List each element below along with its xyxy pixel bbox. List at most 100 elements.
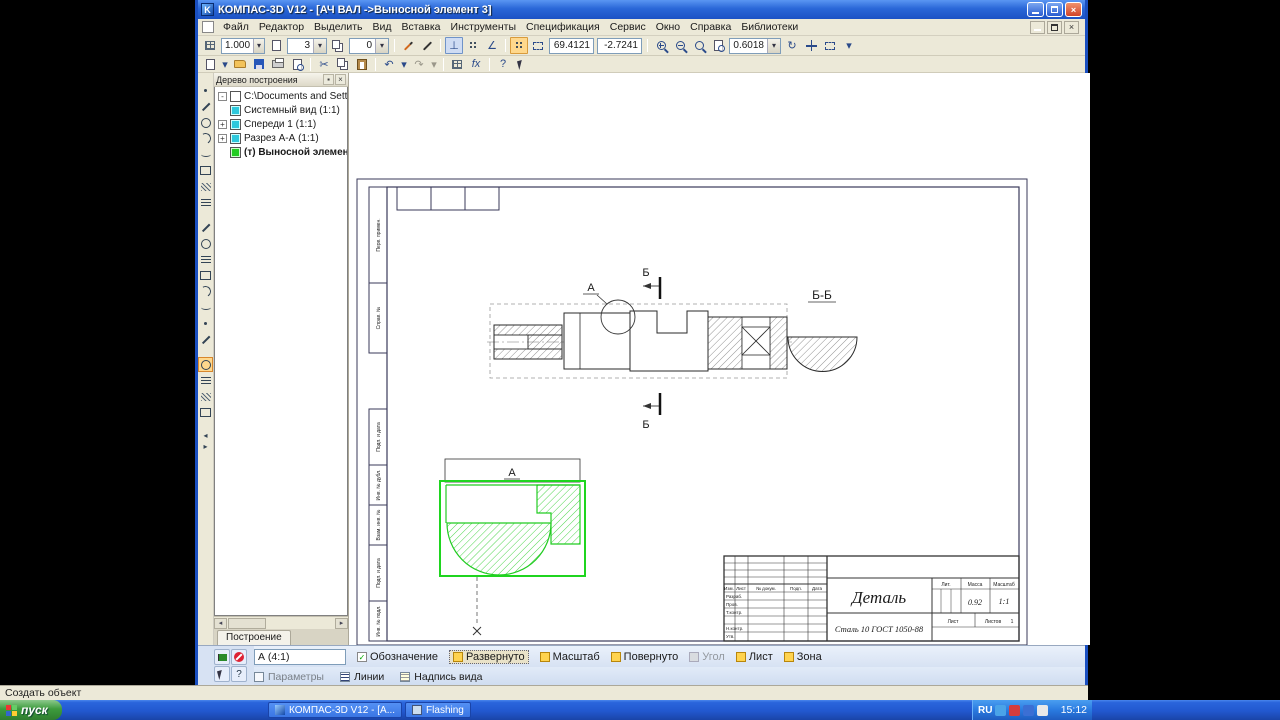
toggle-designation[interactable]: ✓ Обозначение [357, 651, 438, 663]
mdi-close-button[interactable]: × [1064, 21, 1079, 34]
left-tool-icon-7[interactable] [198, 179, 213, 194]
current-view-combo[interactable]: 3 ▾ [287, 38, 327, 54]
expand-toggle[interactable]: + [218, 134, 227, 143]
left-tool-icon-10[interactable] [198, 236, 213, 251]
pan-button[interactable] [802, 37, 820, 54]
taskbar-item-flashing[interactable]: Flashing [405, 702, 471, 718]
tree-item-front-view[interactable]: + Спереди 1 (1:1) [215, 117, 347, 131]
view-list-button[interactable] [267, 37, 285, 54]
menu-item-libraries[interactable]: Библиотеки [736, 20, 803, 34]
menu-item-insert[interactable]: Вставка [396, 20, 445, 34]
left-tool-icon-1[interactable] [198, 83, 213, 98]
create-object-button[interactable] [214, 649, 230, 665]
left-tool-icon-15[interactable] [198, 316, 213, 331]
drawing-canvas[interactable]: Перв. примен. Справ. № Подп. и дата Инв.… [349, 73, 1090, 645]
left-tool-icon-20[interactable] [198, 405, 213, 420]
tray-icon-3[interactable] [1023, 705, 1034, 716]
preview-button[interactable] [288, 56, 306, 73]
round-coords-button[interactable] [529, 37, 547, 54]
menu-item-service[interactable]: Сервис [605, 20, 651, 34]
left-tool-icon-16[interactable] [198, 332, 213, 347]
menu-item-help[interactable]: Справка [685, 20, 736, 34]
new-document-button[interactable] [201, 56, 219, 73]
view-options-dropdown[interactable]: ▾ [840, 37, 858, 54]
angle-snap-button[interactable]: ∠ [483, 37, 501, 54]
taskbar-item-kompas[interactable]: КОМПАС-3D V12 - [А... [268, 702, 402, 718]
left-tool-icon-5[interactable] [198, 147, 213, 162]
close-button[interactable]: × [1065, 2, 1082, 17]
drawing-svg[interactable]: Перв. примен. Справ. № Подп. и дата Инв.… [349, 73, 1090, 645]
toggle-unfolded[interactable]: Развернуто [449, 650, 529, 664]
view-designation-input[interactable]: А (4:1) [254, 649, 346, 665]
snap-toggle[interactable] [510, 37, 528, 54]
tree-close-button[interactable]: × [335, 74, 346, 85]
expand-toggle[interactable]: + [218, 120, 227, 129]
coord-x-field[interactable]: 69.4121 [549, 38, 594, 54]
mdi-restore-button[interactable] [1047, 21, 1062, 34]
help-button[interactable]: ? [494, 56, 512, 73]
left-tool-icon-8[interactable] [198, 195, 213, 210]
mdi-document-icon[interactable] [202, 21, 214, 33]
local-csys-button[interactable] [418, 37, 436, 54]
layer-list-button[interactable] [329, 37, 347, 54]
expand-toggle[interactable]: - [218, 92, 227, 101]
tray-icon-1[interactable] [995, 705, 1006, 716]
tab-construction[interactable]: Построение [217, 630, 291, 645]
snap-setup-button[interactable] [464, 37, 482, 54]
tree-item-detail-element-3[interactable]: (т) Выносной элемент 3 [215, 145, 347, 159]
zoom-combo[interactable]: 0.6018 ▾ [729, 38, 781, 54]
tab-lines[interactable]: Линии [340, 671, 384, 683]
left-tool-icon-4[interactable] [198, 131, 213, 146]
property-help-button[interactable]: ? [231, 666, 247, 682]
show-all-button[interactable] [821, 37, 839, 54]
left-tool-icon-3[interactable] [198, 115, 213, 130]
menu-item-window[interactable]: Окно [651, 20, 685, 34]
menu-item-file[interactable]: Файл [218, 20, 254, 34]
undo-button[interactable]: ↶ [380, 56, 398, 73]
cut-button[interactable]: ✂ [315, 56, 333, 73]
tree-item-root[interactable]: - C:\Documents and Settings\студе [215, 89, 347, 103]
redo-button[interactable]: ↷ [410, 56, 428, 73]
zoom-in-button[interactable] [652, 37, 670, 54]
geometry-calculator-button[interactable] [399, 37, 417, 54]
paste-button[interactable] [353, 56, 371, 73]
panel-scroll-down[interactable]: ▸ [203, 441, 207, 451]
refresh-view-button[interactable]: ↻ [783, 37, 801, 54]
tray-icon-4[interactable] [1037, 705, 1048, 716]
menu-item-specification[interactable]: Спецификация [521, 20, 605, 34]
tab-parameters[interactable]: Параметры [254, 671, 324, 683]
zoom-rect-button[interactable] [690, 37, 708, 54]
redo-dropdown[interactable]: ▾ [429, 56, 439, 73]
left-tool-icon-11[interactable] [198, 252, 213, 267]
menu-item-tools[interactable]: Инструменты [446, 20, 521, 34]
scroll-right-button[interactable]: ▸ [335, 618, 348, 629]
mdi-minimize-button[interactable] [1030, 21, 1045, 34]
toggle-angle[interactable]: Угол [689, 651, 725, 663]
tree-item-section-aa[interactable]: + Разрез А-А (1:1) [215, 131, 347, 145]
print-button[interactable] [269, 56, 287, 73]
cursor-step-combo[interactable]: 1.000 ▾ [221, 38, 265, 54]
open-button[interactable] [231, 56, 249, 73]
new-document-dropdown[interactable]: ▾ [220, 56, 230, 73]
interrupt-command-button[interactable] [231, 649, 247, 665]
toggle-zone[interactable]: Зона [784, 651, 822, 663]
left-tool-icon-18[interactable] [198, 373, 213, 388]
toggle-scale[interactable]: Масштаб [540, 651, 600, 663]
copy-button[interactable] [334, 56, 352, 73]
left-tool-icon-12[interactable] [198, 268, 213, 283]
zoom-out-button[interactable] [671, 37, 689, 54]
tray-icon-2[interactable] [1009, 705, 1020, 716]
menu-item-view[interactable]: Вид [367, 20, 396, 34]
cursor-step-button[interactable] [201, 37, 219, 54]
tab-view-label[interactable]: Надпись вида [400, 671, 482, 683]
left-tool-icon-9[interactable] [198, 220, 213, 235]
left-tool-icon-13[interactable] [198, 284, 213, 299]
save-button[interactable] [250, 56, 268, 73]
left-tool-icon-2[interactable] [198, 99, 213, 114]
menu-item-select[interactable]: Выделить [309, 20, 367, 34]
menu-item-editor[interactable]: Редактор [254, 20, 309, 34]
left-tool-icon-6[interactable] [198, 163, 213, 178]
context-help-button[interactable] [513, 56, 531, 73]
ortho-drawing-toggle[interactable]: ⊥ [445, 37, 463, 54]
zoom-page-button[interactable] [709, 37, 727, 54]
